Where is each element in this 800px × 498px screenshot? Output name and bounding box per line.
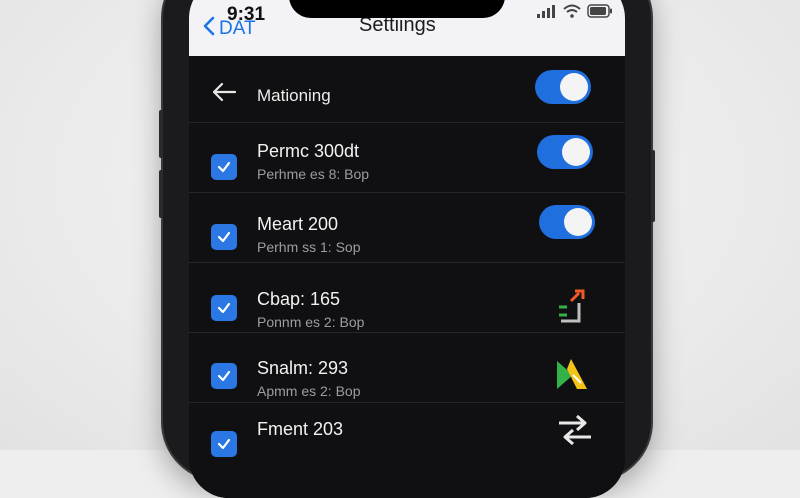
row-title: Snalm: 293 <box>257 358 349 378</box>
side-button <box>159 110 163 158</box>
check-icon <box>217 370 231 382</box>
row-title: Fment 203 <box>257 419 344 439</box>
chevron-left-icon <box>203 16 219 42</box>
wifi-icon <box>563 4 581 23</box>
list-item[interactable]: Fment 203 <box>189 402 625 473</box>
row-toggle[interactable] <box>539 205 595 239</box>
status-icons <box>537 4 613 23</box>
list-item[interactable]: Meart 200 Perhm ss 1: Sop <box>189 192 625 263</box>
settings-list: Mationing Permc 300dt Perhme es 8: Bop M… <box>189 56 625 498</box>
row-subtitle: Perhm ss 1: Sop <box>257 239 361 255</box>
check-icon <box>217 302 231 314</box>
row-title: Meart 200 <box>257 214 339 234</box>
list-item[interactable]: Permc 300dt Perhme es 8: Bop <box>189 122 625 193</box>
checkbox[interactable] <box>211 363 237 389</box>
arrow-left-icon[interactable] <box>211 82 237 107</box>
checkbox[interactable] <box>211 431 237 457</box>
checkbox[interactable] <box>211 154 237 180</box>
side-button <box>651 150 655 222</box>
back-label: DAT <box>219 18 256 39</box>
row-title: Permc 300dt <box>257 141 360 161</box>
header-label: Mationing <box>257 86 331 105</box>
toggle-knob <box>562 138 590 166</box>
toggle-knob <box>564 208 592 236</box>
row-subtitle: Ponnm es 2: Bop <box>257 314 365 330</box>
direction-icon[interactable] <box>551 353 591 393</box>
check-icon <box>217 231 231 243</box>
row-subtitle: Apmm es 2: Bop <box>257 383 361 399</box>
check-icon <box>217 161 231 173</box>
toggle-knob <box>560 73 588 101</box>
side-button <box>159 170 163 218</box>
notch <box>289 0 505 18</box>
swap-icon[interactable] <box>555 413 595 453</box>
list-item[interactable]: Cbap: 165 Ponnm es 2: Bop <box>189 262 625 333</box>
phone-screen: 9:31 DAT Settiings Mationing Permc 300dt… <box>189 0 625 498</box>
row-toggle[interactable] <box>537 135 593 169</box>
arrow-icon[interactable] <box>549 285 589 325</box>
header-toggle[interactable] <box>535 70 591 104</box>
phone-frame: 9:31 DAT Settiings Mationing Permc 300dt… <box>159 0 655 498</box>
checkbox[interactable] <box>211 224 237 250</box>
signal-icon <box>537 4 557 23</box>
battery-icon <box>587 4 613 23</box>
checkbox[interactable] <box>211 295 237 321</box>
list-item[interactable]: Snalm: 293 Apmm es 2: Bop <box>189 332 625 403</box>
row-subtitle: Perhme es 8: Bop <box>257 166 370 182</box>
row-title: Cbap: 165 <box>257 289 341 309</box>
back-button[interactable]: DAT <box>203 16 256 42</box>
list-header: Mationing <box>189 56 625 122</box>
